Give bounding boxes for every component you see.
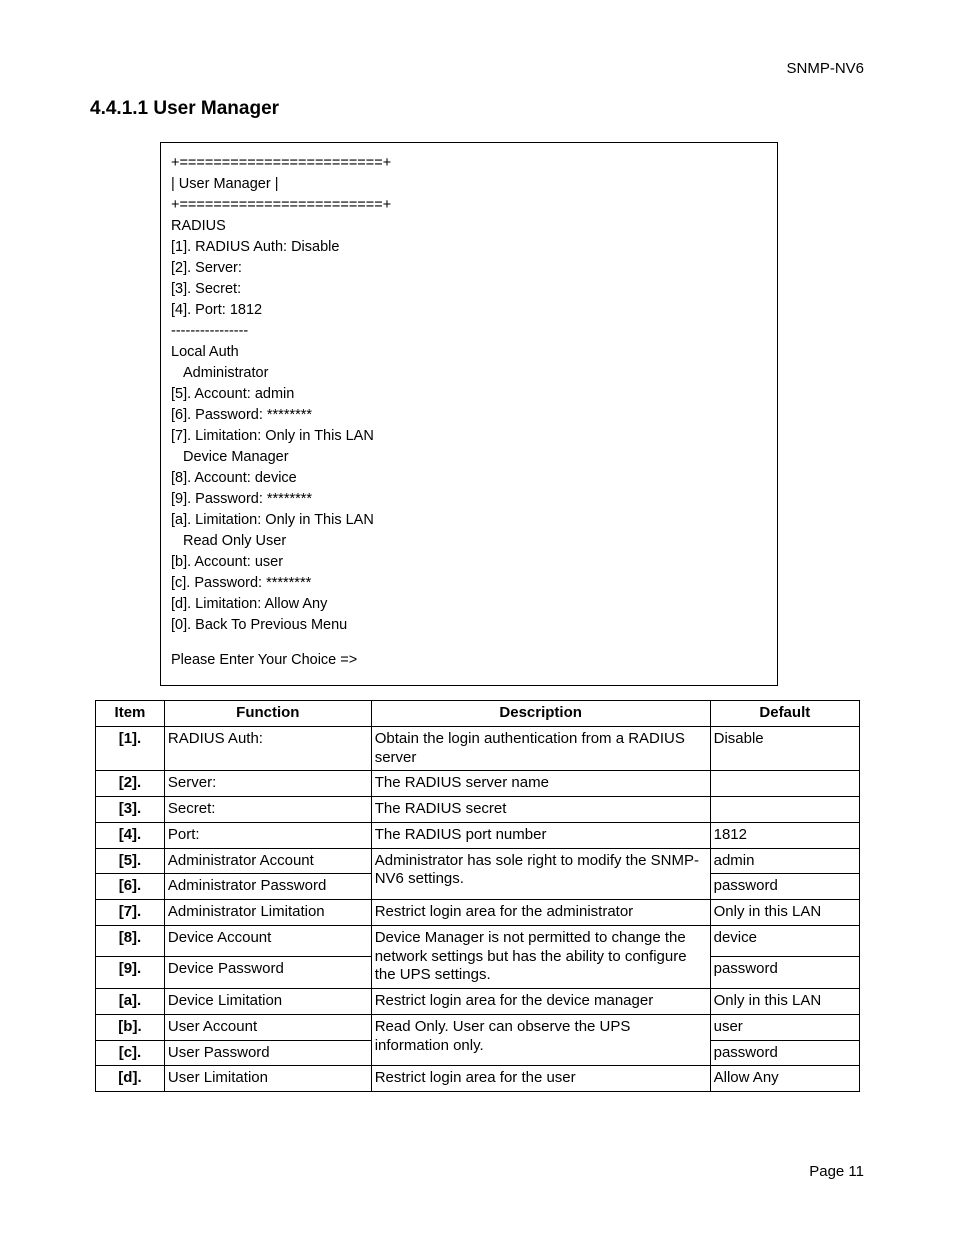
cell-default: password (710, 874, 859, 900)
terminal-line: [c]. Password: ******** (171, 573, 767, 594)
cell-item: [b]. (96, 1014, 165, 1040)
terminal-device-header: Device Manager (171, 447, 767, 468)
terminal-line: [4]. Port: 1812 (171, 300, 767, 321)
cell-default: password (710, 1040, 859, 1066)
cell-default: 1812 (710, 822, 859, 848)
cell-item: [3]. (96, 797, 165, 823)
col-description: Description (371, 701, 710, 727)
terminal-line: [3]. Secret: (171, 279, 767, 300)
cell-default: user (710, 1014, 859, 1040)
terminal-line: [2]. Server: (171, 258, 767, 279)
table-row: [1].RADIUS Auth:Obtain the login authent… (96, 726, 860, 771)
cell-description: Restrict login area for the device manag… (371, 989, 710, 1015)
cell-item: [5]. (96, 848, 165, 874)
cell-item: [7]. (96, 900, 165, 926)
cell-function: User Password (164, 1040, 371, 1066)
table-row: [3].Secret:The RADIUS secret (96, 797, 860, 823)
terminal-line: [7]. Limitation: Only in This LAN (171, 426, 767, 447)
col-item: Item (96, 701, 165, 727)
cell-function: User Account (164, 1014, 371, 1040)
cell-default: Only in this LAN (710, 900, 859, 926)
terminal-blank (171, 636, 767, 650)
cell-default: Only in this LAN (710, 989, 859, 1015)
cell-item: [8]. (96, 925, 165, 957)
terminal-admin-header: Administrator (171, 363, 767, 384)
terminal-line: [9]. Password: ******** (171, 489, 767, 510)
cell-function: Device Account (164, 925, 371, 957)
cell-description: The RADIUS server name (371, 771, 710, 797)
cell-description: Read Only. User can observe the UPS info… (371, 1014, 710, 1066)
cell-function: Port: (164, 822, 371, 848)
cell-function: RADIUS Auth: (164, 726, 371, 771)
cell-default: Disable (710, 726, 859, 771)
terminal-output: +========================+ | User Manage… (160, 142, 778, 686)
cell-description: Restrict login area for the user (371, 1066, 710, 1092)
cell-description: Restrict login area for the administrato… (371, 900, 710, 926)
cell-item: [9]. (96, 957, 165, 989)
terminal-line: [6]. Password: ******** (171, 405, 767, 426)
col-default: Default (710, 701, 859, 727)
terminal-border-top: +========================+ (171, 153, 767, 174)
cell-item: [2]. (96, 771, 165, 797)
cell-function: Secret: (164, 797, 371, 823)
cell-item: [d]. (96, 1066, 165, 1092)
table-row: [7].Administrator LimitationRestrict log… (96, 900, 860, 926)
cell-function: User Limitation (164, 1066, 371, 1092)
terminal-user-header: Read Only User (171, 531, 767, 552)
terminal-line: [1]. RADIUS Auth: Disable (171, 237, 767, 258)
table-header-row: Item Function Description Default (96, 701, 860, 727)
cell-item: [1]. (96, 726, 165, 771)
table-row: [a].Device LimitationRestrict login area… (96, 989, 860, 1015)
cell-item: [c]. (96, 1040, 165, 1066)
terminal-line: [8]. Account: device (171, 468, 767, 489)
cell-function: Device Limitation (164, 989, 371, 1015)
section-heading: 4.4.1.1 User Manager (90, 98, 279, 120)
cell-description: The RADIUS port number (371, 822, 710, 848)
cell-default: device (710, 925, 859, 957)
terminal-prompt: Please Enter Your Choice => (171, 650, 767, 671)
cell-function: Administrator Limitation (164, 900, 371, 926)
terminal-divider: ---------------- (171, 321, 767, 342)
table-row: [2].Server:The RADIUS server name (96, 771, 860, 797)
cell-function: Administrator Account (164, 848, 371, 874)
document-id: SNMP-NV6 (786, 60, 864, 77)
terminal-title: | User Manager | (171, 174, 767, 195)
table-row: [d].User LimitationRestrict login area f… (96, 1066, 860, 1092)
terminal-local-auth: Local Auth (171, 342, 767, 363)
page-number: Page 11 (809, 1163, 864, 1180)
terminal-line: [0]. Back To Previous Menu (171, 615, 767, 636)
cell-default: password (710, 957, 859, 989)
table-row: [b].User AccountRead Only. User can obse… (96, 1014, 860, 1040)
cell-function: Administrator Password (164, 874, 371, 900)
cell-default: Allow Any (710, 1066, 859, 1092)
terminal-line: [5]. Account: admin (171, 384, 767, 405)
col-function: Function (164, 701, 371, 727)
cell-description: Administrator has sole right to modify t… (371, 848, 710, 900)
table-row: [5].Administrator AccountAdministrator h… (96, 848, 860, 874)
cell-item: [4]. (96, 822, 165, 848)
cell-item: [6]. (96, 874, 165, 900)
terminal-line: [b]. Account: user (171, 552, 767, 573)
cell-default: admin (710, 848, 859, 874)
cell-function: Device Password (164, 957, 371, 989)
cell-default (710, 771, 859, 797)
terminal-border-bottom: +========================+ (171, 195, 767, 216)
table-row: [8].Device AccountDevice Manager is not … (96, 925, 860, 957)
cell-description: Device Manager is not permitted to chang… (371, 925, 710, 988)
cell-description: The RADIUS secret (371, 797, 710, 823)
terminal-line: [d]. Limitation: Allow Any (171, 594, 767, 615)
terminal-line: [a]. Limitation: Only in This LAN (171, 510, 767, 531)
terminal-radius-header: RADIUS (171, 216, 767, 237)
cell-default (710, 797, 859, 823)
table-row: [4].Port:The RADIUS port number1812 (96, 822, 860, 848)
cell-description: Obtain the login authentication from a R… (371, 726, 710, 771)
cell-function: Server: (164, 771, 371, 797)
settings-table: Item Function Description Default [1].RA… (95, 700, 860, 1092)
cell-item: [a]. (96, 989, 165, 1015)
